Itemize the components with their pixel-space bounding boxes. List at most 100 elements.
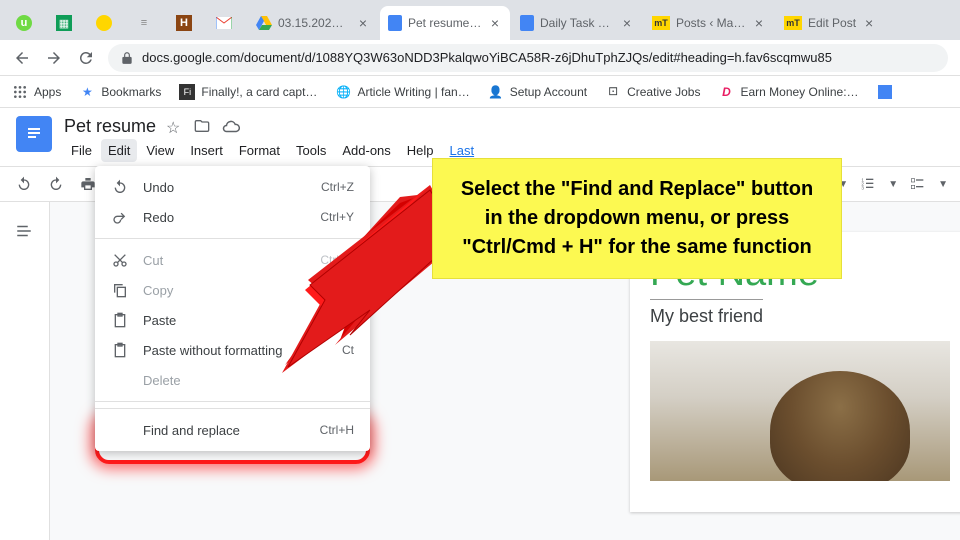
bookmark-item[interactable]: Fi Finally!, a card capt… — [179, 84, 317, 100]
menu-item-shortcut: Ctrl+Y — [320, 210, 354, 224]
bookmark-item[interactable]: DEarn Money Online:… — [718, 84, 858, 100]
blank-icon — [111, 421, 129, 439]
menu-format[interactable]: Format — [232, 139, 287, 162]
bookmark-label: Finally!, a card capt… — [201, 85, 317, 99]
menu-item-find-and-replace[interactable]: Find and replace Ctrl+H — [95, 415, 370, 445]
doc-title[interactable]: Pet resume — [64, 116, 156, 137]
bookmark-label: Article Writing | fan… — [357, 85, 469, 99]
menu-item-shortcut: Ctrl+H — [320, 423, 354, 437]
browser-tab[interactable]: mTEdit Post× — [776, 6, 884, 40]
menu-view[interactable]: View — [139, 139, 181, 162]
menu-edit[interactable]: Edit — [101, 139, 137, 162]
browser-tabstrip: u▦≡H03.15.2022 - G×Pet resume - G×Daily … — [0, 0, 960, 40]
outline-toggle-icon[interactable] — [15, 222, 35, 242]
menu-file[interactable]: File — [64, 139, 99, 162]
checklist-button[interactable] — [906, 172, 930, 196]
blank-icon — [111, 371, 129, 389]
menu-divider — [95, 401, 370, 402]
reload-button[interactable] — [76, 48, 96, 68]
tab-title: 03.15.2022 - G — [278, 16, 350, 30]
close-tab-icon[interactable]: × — [752, 16, 766, 30]
back-button[interactable] — [12, 48, 32, 68]
menu-item-label: Paste — [143, 313, 340, 328]
paste-icon — [111, 311, 129, 329]
browser-tab[interactable] — [88, 6, 126, 40]
browser-address-bar: docs.google.com/document/d/1088YQ3W63oND… — [0, 40, 960, 76]
cloud-status-icon[interactable] — [222, 118, 240, 136]
bookmark-item[interactable]: Apps — [12, 84, 61, 100]
browser-tab[interactable]: H — [168, 6, 206, 40]
browser-tab[interactable]: mTPosts ‹ Maschi× — [644, 6, 774, 40]
browser-tab[interactable]: ≡ — [128, 6, 166, 40]
url-omnibox[interactable]: docs.google.com/document/d/1088YQ3W63oND… — [108, 44, 948, 72]
bookmark-label: Bookmarks — [101, 85, 161, 99]
bookmark-favicon: 🌐 — [335, 84, 351, 100]
menu-item-label: Cut — [143, 253, 306, 268]
dog-illustration — [770, 371, 910, 481]
browser-tab[interactable] — [208, 6, 246, 40]
menu-insert[interactable]: Insert — [183, 139, 230, 162]
edit-dropdown-menu: Undo Ctrl+Z Redo Ctrl+Y CutCtrl+XCopyCtrl+C P… — [95, 166, 370, 451]
lock-icon — [120, 51, 134, 65]
menu-item-cut: CutCtrl+X — [95, 245, 370, 275]
redo-icon — [111, 208, 129, 226]
browser-tab[interactable]: Daily Task Sum × — [512, 6, 642, 40]
bookmark-item[interactable]: 🌐 Article Writing | fan… — [335, 84, 469, 100]
forward-button[interactable] — [44, 48, 64, 68]
bookmark-favicon — [12, 84, 28, 100]
tab-title: Pet resume - G — [408, 16, 482, 30]
tab-title: Daily Task Sum — [540, 16, 614, 30]
bookmark-favicon: 👤 — [488, 84, 504, 100]
bookmark-favicon — [877, 84, 893, 100]
tab-title: Edit Post — [808, 16, 856, 30]
browser-tab[interactable]: ▦ — [48, 6, 86, 40]
menu-item-shortcut: Ctrl+C — [320, 283, 354, 297]
bookmark-label: Earn Money Online:… — [740, 85, 858, 99]
bookmark-item[interactable]: ★Bookmarks — [79, 84, 161, 100]
url-text: docs.google.com/document/d/1088YQ3W63oND… — [142, 50, 832, 65]
menu-item-label: Delete — [143, 373, 340, 388]
bookmark-label: Setup Account — [510, 85, 587, 99]
bookmark-label: Apps — [34, 85, 61, 99]
star-icon[interactable]: ☆ — [166, 118, 184, 136]
subtitle exit-code[interactable]: My best friend — [650, 299, 763, 327]
docs-menubar: FileEditViewInsertFormatToolsAdd-onsHelp… — [64, 139, 481, 162]
browser-tab[interactable]: u — [8, 6, 46, 40]
menu-item-label: Undo — [143, 180, 307, 195]
undo-button[interactable] — [12, 172, 36, 196]
menu-item-shortcut: Ct — [342, 343, 354, 357]
bookmarks-bar: Apps ★Bookmarks Fi Finally!, a card capt… 🌐 A… — [0, 76, 960, 108]
bookmark-item[interactable]: 👤 Setup Account — [488, 84, 587, 100]
menu-tools[interactable]: Tools — [289, 139, 333, 162]
tab-title: Posts ‹ Maschi — [676, 16, 746, 30]
bookmark-item[interactable] — [877, 84, 899, 100]
bookmark-favicon: Fi — [179, 84, 195, 100]
menu-add-ons[interactable]: Add-ons — [335, 139, 397, 162]
left-sidebar — [0, 202, 50, 540]
menu-item-label: Find and replace — [143, 423, 306, 438]
numbered-list-button[interactable]: 123 — [856, 172, 880, 196]
move-icon[interactable] — [194, 118, 212, 136]
browser-tab[interactable]: 03.15.2022 - G × — [248, 6, 378, 40]
undo-icon — [111, 178, 129, 196]
paste-icon — [111, 341, 129, 359]
bookmark-item[interactable]: ⊡Creative Jobs — [605, 84, 700, 100]
close-tab-icon[interactable]: × — [356, 16, 370, 30]
cut-icon — [111, 251, 129, 269]
menu-item-redo[interactable]: Redo Ctrl+Y — [95, 202, 370, 232]
menu-item-undo[interactable]: Undo Ctrl+Z — [95, 172, 370, 202]
menu-item-shortcut: Ctrl+Z — [321, 180, 354, 194]
docs-logo-icon[interactable] — [16, 116, 52, 152]
close-tab-icon[interactable]: × — [862, 16, 876, 30]
menu-divider — [95, 408, 370, 409]
menu-item-copy: CopyCtrl+C — [95, 275, 370, 305]
document-image — [650, 341, 950, 481]
menu-item-paste-without-formatting[interactable]: Paste without formattingCt — [95, 335, 370, 365]
menu-item-paste[interactable]: Paste — [95, 305, 370, 335]
bookmark-favicon: ⊡ — [605, 84, 621, 100]
browser-tab[interactable]: Pet resume - G × — [380, 6, 510, 40]
close-tab-icon[interactable]: × — [620, 16, 634, 30]
redo-button[interactable] — [44, 172, 68, 196]
menu-item-label: Redo — [143, 210, 306, 225]
close-tab-icon[interactable]: × — [488, 16, 502, 30]
